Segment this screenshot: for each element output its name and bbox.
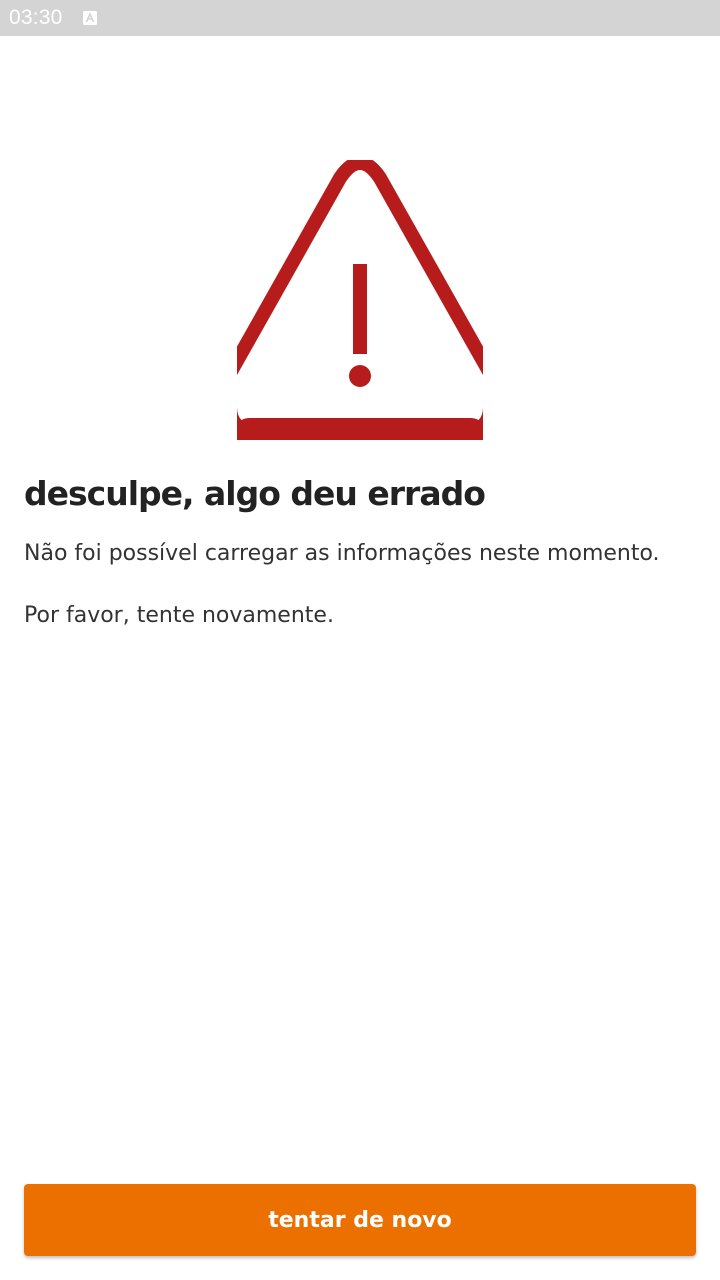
error-message: Não foi possível carregar as informações… [24, 541, 660, 566]
status-bar: 03:30 [0, 0, 720, 36]
a-box-icon [83, 11, 97, 25]
error-screen: 03:30 desculpe, algo deu errado Não foi … [0, 0, 720, 1280]
warning-triangle-icon [237, 160, 483, 440]
status-time: 03:30 [9, 6, 63, 29]
error-title: desculpe, algo deu errado [24, 474, 486, 513]
retry-button[interactable]: tentar de novo [24, 1184, 696, 1256]
error-hint: Por favor, tente novamente. [24, 603, 334, 628]
